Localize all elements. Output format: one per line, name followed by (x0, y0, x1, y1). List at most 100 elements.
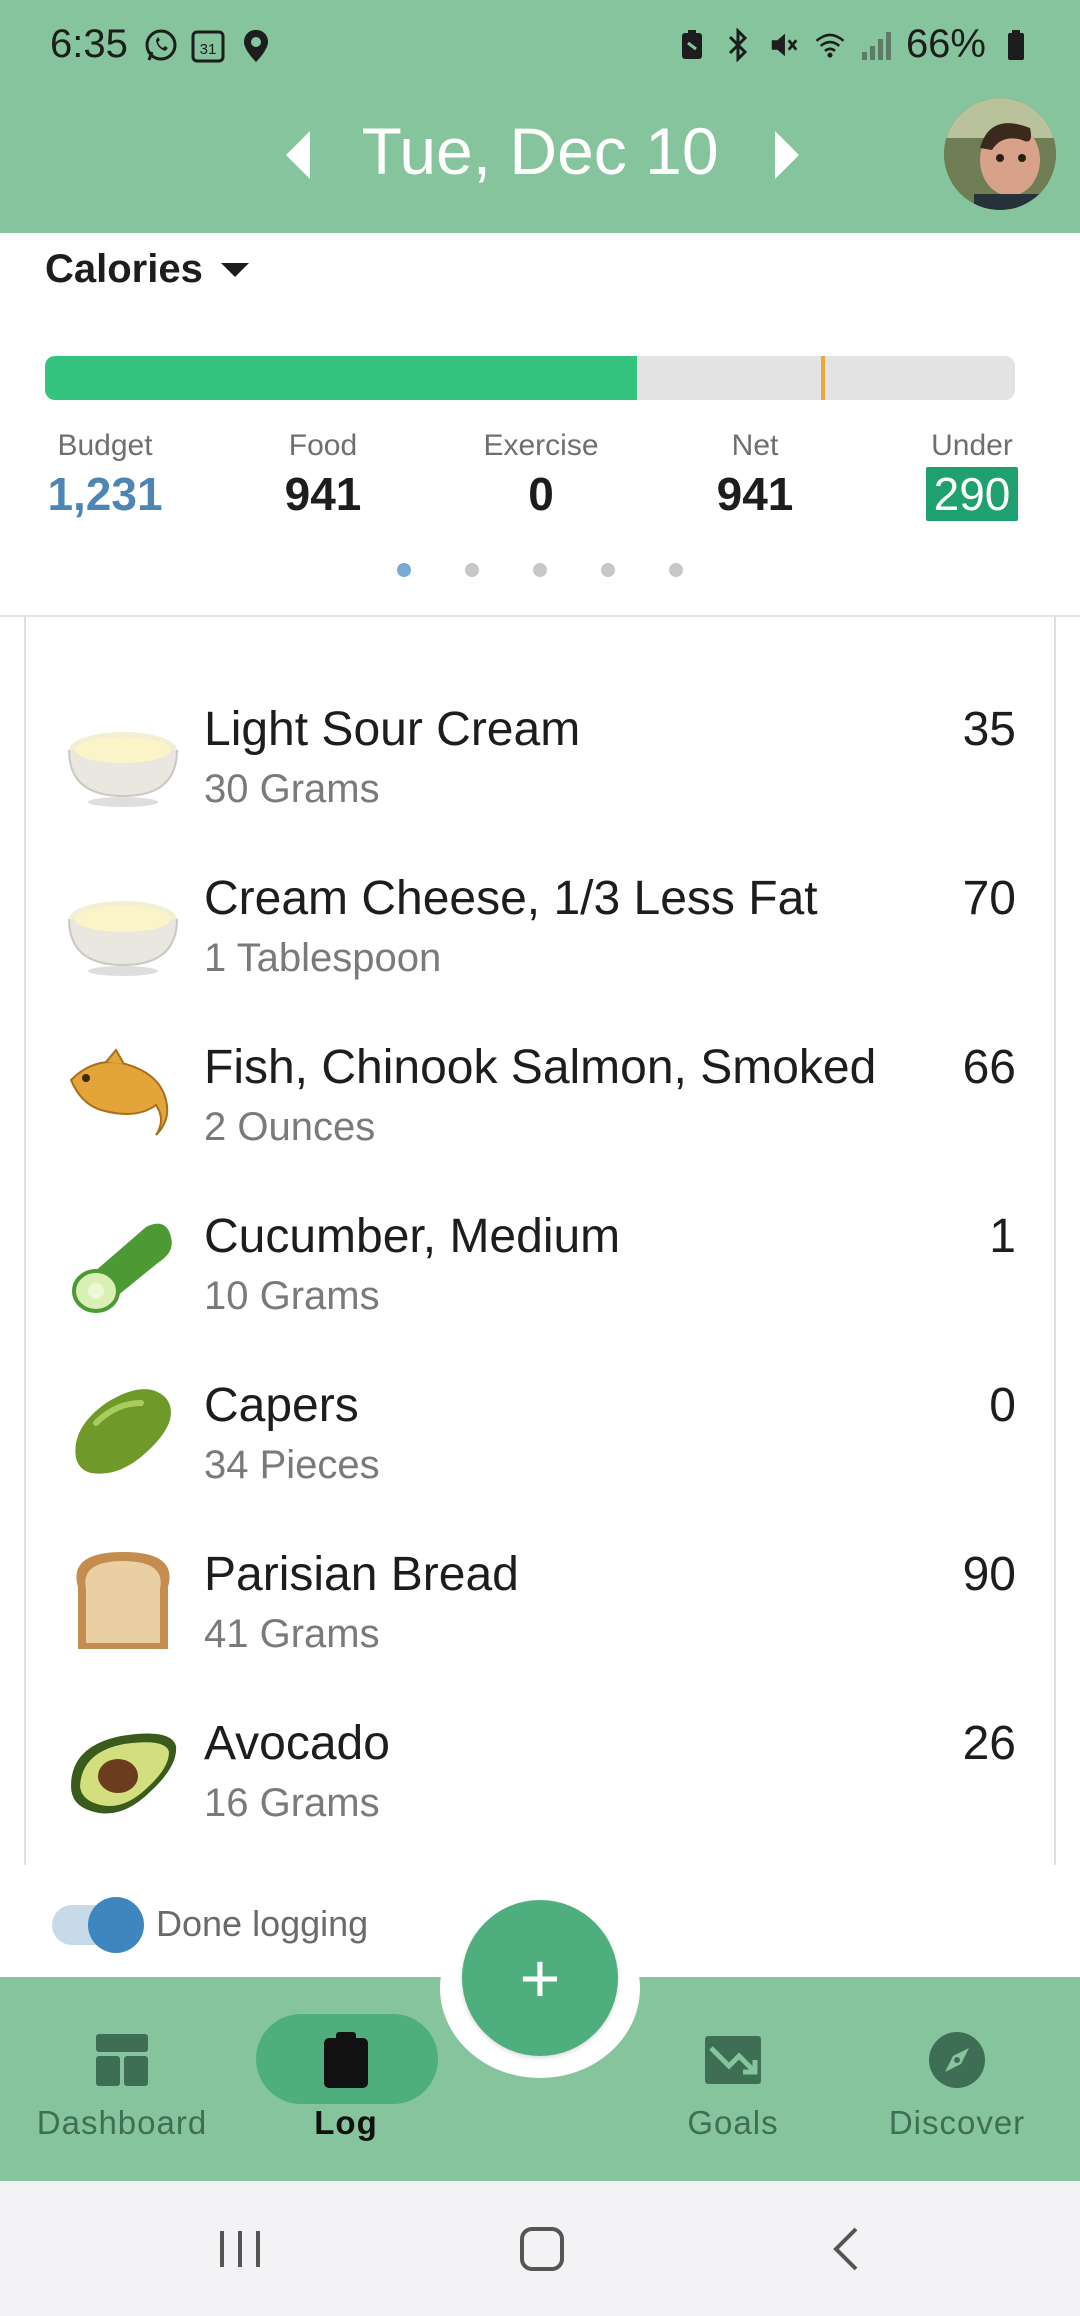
avocado-icon (66, 1716, 181, 1826)
stat-net-label: Net (731, 429, 779, 462)
nav-dashboard[interactable]: Dashboard (12, 2000, 232, 2160)
cream-cheese-icon (66, 871, 181, 981)
food-serving: 10 Grams (204, 1274, 380, 1318)
page-indicator (0, 563, 1080, 577)
calendar-icon: 31 (190, 28, 226, 64)
food-calories: 26 (962, 1717, 1016, 1770)
status-right-group: 66% (676, 22, 1032, 67)
food-calories: 0 (989, 1379, 1016, 1432)
battery-icon (1000, 28, 1032, 62)
system-navigation-bar (0, 2181, 1080, 2316)
calorie-progress-fill (45, 356, 637, 400)
food-name: Parisian Bread (204, 1548, 519, 1601)
food-serving: 16 Grams (204, 1781, 380, 1825)
nav-log[interactable]: Log (236, 2000, 456, 2160)
food-name: Cream Cheese, 1/3 Less Fat (204, 872, 818, 925)
compass-icon (927, 2030, 987, 2090)
food-name: Cucumber, Medium (204, 1210, 621, 1263)
calories-summary-card: Calories Budget 1,231 Food 941 Exercise … (0, 233, 1080, 617)
add-entry-button[interactable]: + (462, 1900, 618, 2056)
stat-budget[interactable]: Budget 1,231 (40, 429, 170, 521)
list-item[interactable]: Avocado 16 Grams 26 (26, 1676, 1056, 1846)
food-serving: 1 Tablespoon (204, 936, 442, 980)
nav-discover[interactable]: Discover (847, 2000, 1067, 2160)
avatar[interactable] (944, 98, 1056, 210)
food-calories: 35 (962, 703, 1016, 756)
location-icon (238, 28, 274, 64)
capers-icon (66, 1378, 181, 1488)
food-calories: 70 (962, 872, 1016, 925)
caret-down-icon (220, 262, 249, 277)
stat-food[interactable]: Food 941 (258, 429, 388, 521)
goals-icon (703, 2030, 763, 2090)
back-icon[interactable] (818, 2221, 878, 2277)
stat-food-label: Food (288, 429, 358, 462)
sour-cream-icon (66, 702, 181, 812)
page-dot[interactable] (397, 563, 411, 577)
list-item[interactable]: Fish, Chinook Salmon, Smoked 2 Ounces 66 (26, 1000, 1056, 1170)
list-item[interactable]: Light Sour Cream 30 Grams 35 (26, 662, 1056, 832)
page-dot[interactable] (601, 563, 615, 577)
page-dot[interactable] (533, 563, 547, 577)
nav-discover-label: Discover (888, 2104, 1026, 2141)
stat-exercise-label: Exercise (483, 429, 599, 462)
done-logging-label: Done logging (156, 1903, 369, 1944)
previous-day-button[interactable] (280, 127, 320, 183)
stat-budget-value: 1,231 (47, 468, 163, 520)
mute-icon (768, 28, 800, 62)
date-navigator: Tue, Dec 10 (0, 105, 1080, 205)
nav-log-label: Log (314, 2104, 378, 2141)
page-dot[interactable] (465, 563, 479, 577)
stat-food-value: 941 (284, 468, 362, 520)
food-log-list: Light Sour Cream 30 Grams 35 Cream Chees… (24, 617, 1056, 1865)
stat-under[interactable]: Under 290 (912, 429, 1032, 521)
list-item[interactable]: Cream Cheese, 1/3 Less Fat 1 Tablespoon … (26, 831, 1056, 1001)
clipboard-icon (316, 2030, 376, 2090)
page-dot[interactable] (669, 563, 683, 577)
food-serving: 41 Grams (204, 1612, 380, 1656)
toggle-knob (88, 1897, 144, 1953)
whatsapp-icon (143, 28, 179, 64)
fish-icon (66, 1040, 181, 1150)
dashboard-icon (92, 2030, 152, 2090)
bread-icon (66, 1547, 181, 1657)
food-calories: 66 (962, 1041, 1016, 1094)
calorie-target-marker (821, 356, 825, 400)
list-item[interactable]: Capers 34 Pieces 0 (26, 1338, 1056, 1508)
home-icon[interactable] (512, 2221, 572, 2277)
status-bar: 6:35 31 66% (0, 0, 1080, 90)
app-header: 6:35 31 66% Tue, Dec 10 (0, 0, 1080, 233)
next-day-button[interactable] (765, 127, 805, 183)
stat-under-label: Under (931, 429, 1013, 462)
food-name: Light Sour Cream (204, 703, 581, 756)
food-serving: 30 Grams (204, 767, 380, 811)
stat-budget-label: Budget (57, 429, 153, 462)
svg-text:31: 31 (200, 41, 217, 58)
cucumber-icon (66, 1209, 181, 1319)
bluetooth-icon (722, 27, 754, 62)
food-serving: 2 Ounces (204, 1105, 376, 1149)
food-name: Capers (204, 1379, 359, 1432)
nutrient-selector[interactable]: Calories (45, 247, 249, 292)
nav-goals[interactable]: Goals (623, 2000, 843, 2160)
stat-net[interactable]: Net 941 (690, 429, 820, 521)
done-logging-toggle[interactable] (52, 1897, 144, 1953)
status-time: 6:35 (50, 22, 128, 66)
food-calories: 1 (989, 1210, 1016, 1263)
list-item[interactable]: Cucumber, Medium 10 Grams 1 (26, 1169, 1056, 1339)
nav-dashboard-label: Dashboard (36, 2104, 208, 2141)
food-serving: 34 Pieces (204, 1443, 380, 1487)
nav-goals-label: Goals (687, 2104, 779, 2141)
nfc-icon (676, 28, 708, 62)
calorie-stats: Budget 1,231 Food 941 Exercise 0 Net 941… (0, 429, 1080, 529)
stat-exercise[interactable]: Exercise 0 (470, 429, 612, 521)
signal-icon (860, 28, 892, 62)
current-date[interactable]: Tue, Dec 10 (330, 113, 750, 189)
calorie-progress-bar (45, 356, 1015, 400)
list-item[interactable]: Parisian Bread 41 Grams 90 (26, 1507, 1056, 1677)
recent-apps-icon[interactable] (210, 2221, 270, 2277)
wifi-icon (814, 28, 846, 62)
stat-under-value: 290 (925, 467, 1019, 521)
battery-percent: 66% (905, 22, 986, 66)
food-name: Avocado (204, 1717, 390, 1770)
